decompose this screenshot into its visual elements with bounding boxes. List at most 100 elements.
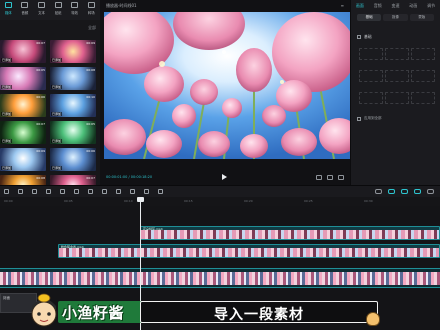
more-menu-icon[interactable]: ≡ xyxy=(341,3,344,8)
inspector-panel: 画面 音频 变速 动画 调节 基础 抠像 蒙版 基础 应用到全部 xyxy=(350,0,440,185)
player-title: 播放器-时间线01 xyxy=(106,3,137,8)
ruler-tick: 00:30 xyxy=(364,199,373,203)
mascot-avatar xyxy=(31,293,57,327)
brand-text: 小渔籽酱 xyxy=(62,304,125,322)
ruler-tick: 00:10 xyxy=(124,199,133,203)
ruler-tick: 00:25 xyxy=(304,199,313,203)
property-cell[interactable] xyxy=(411,70,435,82)
text-icon xyxy=(37,2,45,8)
playhead-handle[interactable] xyxy=(137,197,144,202)
tab-picture[interactable]: 画面 xyxy=(351,3,369,9)
property-cell[interactable] xyxy=(385,70,409,82)
tool-media[interactable]: 媒体 xyxy=(0,0,17,20)
tab-speed[interactable]: 变速 xyxy=(387,3,405,9)
zoom-icon[interactable] xyxy=(427,189,434,194)
property-cell[interactable] xyxy=(359,92,383,104)
link-icon[interactable] xyxy=(401,189,408,194)
media-thumb[interactable]: 已添加 00:06 xyxy=(0,94,46,117)
ruler-tick: 00:20 xyxy=(244,199,253,203)
crop-icon[interactable] xyxy=(130,189,135,194)
tool-effects[interactable]: 特效 xyxy=(66,0,83,20)
inspector-subtabs: 基础 抠像 蒙版 xyxy=(351,12,440,22)
main-track[interactable] xyxy=(0,268,440,288)
video-preview xyxy=(104,12,350,159)
player-panel: 播放器-时间线01 ≡ 00:00:01:00 / 00:00:18:20 xyxy=(100,0,350,185)
apply-all-option[interactable]: 应用到全部 xyxy=(357,116,382,121)
timeline-options xyxy=(375,189,434,194)
fullscreen-icon[interactable] xyxy=(327,174,333,180)
freeze-icon[interactable] xyxy=(74,189,79,194)
asset-toolbar: 媒体 音频 文本 贴纸 特效 转场 xyxy=(0,0,100,20)
tool-sticker[interactable]: 贴纸 xyxy=(50,0,67,20)
basic-section: 基础 xyxy=(357,34,372,40)
play-icon[interactable] xyxy=(222,174,227,180)
player-timecode: 00:00:01:00 / 00:00:18:20 xyxy=(106,175,153,179)
reverse-icon[interactable] xyxy=(88,189,93,194)
brand-banner: 小渔籽酱 xyxy=(58,301,142,323)
subtab-basic[interactable]: 基础 xyxy=(357,13,382,21)
video-filmstrip xyxy=(59,248,439,257)
player-controls: 00:00:01:00 / 00:00:18:20 xyxy=(100,170,350,184)
media-thumb[interactable]: 已添加00:07 xyxy=(0,121,46,144)
media-grid: 已添加 00:07 已添加 00:09 已添加 00:05 已添加 00:08 已添加 0… xyxy=(0,40,100,198)
apply-all-checkbox[interactable] xyxy=(357,116,361,121)
property-cell[interactable] xyxy=(411,48,435,60)
timeline-ruler[interactable]: 00:00 00:05 00:10 00:15 00:20 00:25 00:3… xyxy=(0,197,440,206)
tool-audio[interactable]: 音频 xyxy=(17,0,34,20)
delete-icon[interactable] xyxy=(60,189,65,194)
media-thumb[interactable]: 已添加00:07 xyxy=(0,40,46,63)
property-grid xyxy=(359,48,435,104)
overlay-clip[interactable]: 花朵特写.mp4 xyxy=(140,226,440,240)
sticker-icon xyxy=(54,2,62,8)
main-track-strip xyxy=(0,272,440,285)
tab-adjust[interactable]: 调节 xyxy=(422,3,440,9)
tulip-scene xyxy=(104,12,350,159)
hand-icon xyxy=(366,312,380,326)
media-thumb[interactable]: 已添加 00:06 xyxy=(50,148,96,171)
media-thumb[interactable]: 已添加 00:05 xyxy=(0,67,46,90)
property-cell[interactable] xyxy=(385,48,409,60)
ratio-icon[interactable] xyxy=(316,174,322,180)
subtab-keying[interactable]: 抠像 xyxy=(383,13,408,21)
property-cell[interactable] xyxy=(359,70,383,82)
edit-tools xyxy=(4,189,163,194)
media-thumb[interactable]: 已添加 00:09 xyxy=(50,40,96,63)
rotate-icon[interactable] xyxy=(116,189,121,194)
snap-icon[interactable] xyxy=(388,189,395,194)
mic-icon[interactable] xyxy=(375,189,382,194)
section-checkbox[interactable] xyxy=(357,35,361,39)
media-header: 全部 xyxy=(0,20,100,36)
expand-icon[interactable] xyxy=(338,174,344,180)
audio-icon xyxy=(21,2,29,8)
subtab-mask[interactable]: 蒙版 xyxy=(409,13,434,21)
tab-animation[interactable]: 动画 xyxy=(404,3,422,9)
media-thumb[interactable]: 已添加00:08 xyxy=(50,67,96,90)
property-cell[interactable] xyxy=(385,92,409,104)
speed-icon[interactable] xyxy=(158,189,163,194)
effects-icon xyxy=(71,2,79,8)
inspector-tabs: 画面 音频 变速 动画 调节 xyxy=(351,0,440,12)
timeline-toolbar xyxy=(0,185,440,197)
media-filter[interactable]: 全部 xyxy=(88,25,96,31)
media-thumb[interactable]: 已添加 00:09 xyxy=(0,148,46,171)
property-cell[interactable] xyxy=(411,92,435,104)
mirror-icon[interactable] xyxy=(102,189,107,194)
preview-axis-icon[interactable] xyxy=(414,189,421,194)
video-clip[interactable]: 粉色郁金香.mp4 xyxy=(58,244,440,258)
tab-audio[interactable]: 音频 xyxy=(369,3,387,9)
player-tools xyxy=(316,174,344,180)
media-thumb[interactable]: 已添加 00:05 xyxy=(50,121,96,144)
editor-app: 媒体 音频 文本 贴纸 特效 转场 全部 已添加 00:07 已添加 00:09 已… xyxy=(0,0,440,330)
tool-text[interactable]: 文本 xyxy=(33,0,50,20)
mask-icon[interactable] xyxy=(144,189,149,194)
media-thumb[interactable]: 已添加 00:10 xyxy=(50,94,96,117)
select-icon[interactable] xyxy=(4,189,9,194)
apply-all-label: 应用到全部 xyxy=(364,116,382,120)
ruler-tick: 00:15 xyxy=(184,199,193,203)
redo-icon[interactable] xyxy=(32,189,37,194)
tool-transition[interactable]: 转场 xyxy=(83,0,100,20)
split-icon[interactable] xyxy=(46,189,51,194)
undo-icon[interactable] xyxy=(18,189,23,194)
property-cell[interactable] xyxy=(359,48,383,60)
caption-banner: 导入一段素材 xyxy=(140,301,378,323)
